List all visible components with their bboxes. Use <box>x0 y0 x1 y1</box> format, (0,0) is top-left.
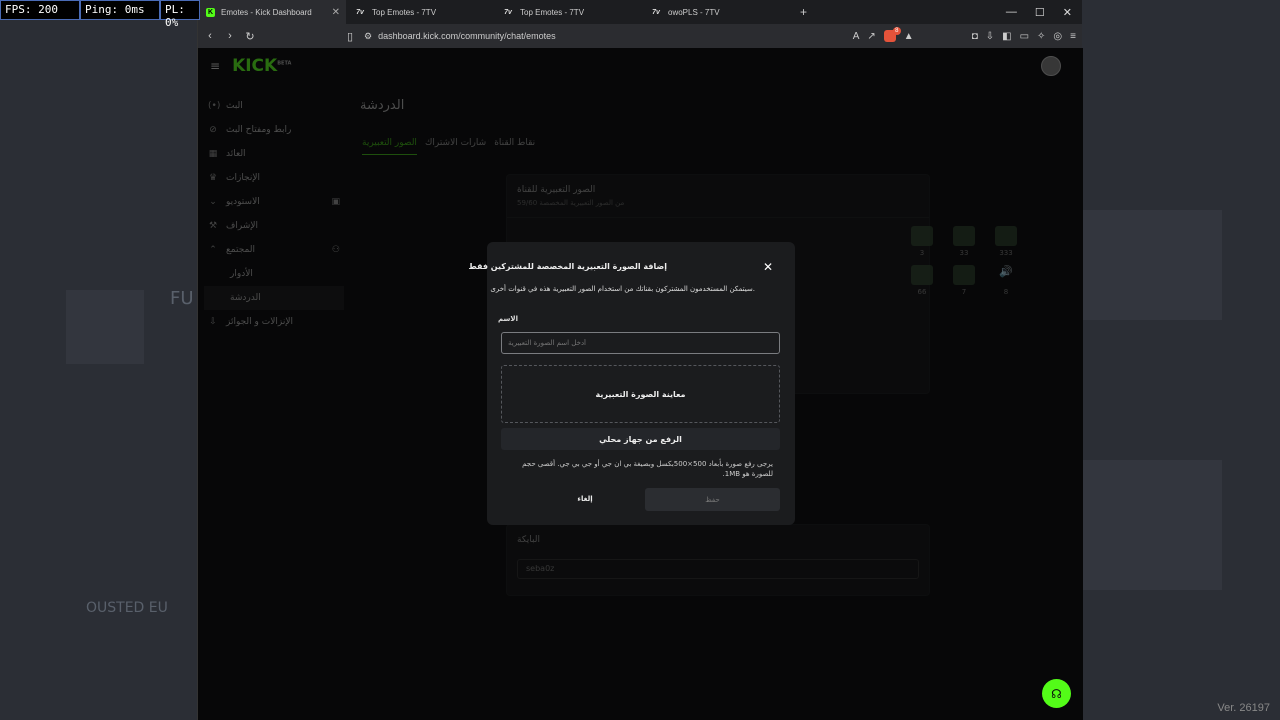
version-label: Ver. 26197 <box>1217 702 1270 714</box>
shield-count: 8 <box>892 27 901 35</box>
toolbar-actions: A ↗ 8 ▲ ◘ ⇩ ◧ ▭ ✧ ◎ ≡ <box>853 27 1076 42</box>
name-field-label: الاسم <box>498 315 518 323</box>
screenshot-icon[interactable]: ◘ <box>972 31 978 42</box>
browser-tab[interactable]: 7v Top Emotes - 7TV <box>346 0 494 24</box>
preview-label: معاينة الصورة التعبيرية <box>595 389 686 399</box>
tab-title: Top Emotes - 7TV <box>520 7 585 17</box>
packet-loss-readout: PL: 0% <box>160 0 200 29</box>
back-icon[interactable]: ‹ <box>204 30 216 42</box>
tab-title: Emotes - Kick Dashboard <box>221 7 312 17</box>
7tv-favicon-icon: 7v <box>652 8 660 16</box>
minimize-button[interactable]: — <box>1006 6 1017 19</box>
dashboard-page: ≡ KICKBETA (•) البث ⊘ رابط ومفتاح البث ▦ ال… <box>198 48 1083 720</box>
wallet-icon[interactable]: ▭ <box>1020 31 1029 42</box>
fps-readout: FPS: 200 <box>0 0 80 20</box>
browser-tab[interactable]: 7v Top Emotes - 7TV <box>494 0 642 24</box>
emote-name-input[interactable] <box>501 332 780 354</box>
close-window-button[interactable]: ✕ <box>1063 6 1072 19</box>
vpn-icon[interactable]: ◎ <box>1053 31 1062 42</box>
add-emote-modal: إضافة الصورة التعبيرية المخصصة للمشتركين… <box>468 242 795 525</box>
cancel-button[interactable]: إلغاء <box>545 488 625 510</box>
browser-toolbar: ‹ › ↻ ▯ ⚙ dashboard.kick.com/community/c… <box>198 24 1082 48</box>
7tv-favicon-icon: 7v <box>504 8 512 16</box>
7tv-favicon-icon: 7v <box>356 8 364 16</box>
bookmark-icon[interactable]: ▯ <box>344 30 356 43</box>
close-icon[interactable]: ✕ <box>763 260 773 274</box>
ping-readout: Ping: 0ms <box>80 0 160 20</box>
url-text: dashboard.kick.com/community/chat/emotes <box>378 31 556 41</box>
perf-overlay: FPS: 200 Ping: 0ms PL: 0% <box>0 0 200 29</box>
upload-local-button[interactable]: الرفع من جهاز محلي <box>501 428 780 450</box>
maximize-button[interactable]: ☐ <box>1035 6 1045 19</box>
downloads-icon[interactable]: ⇩ <box>986 31 994 42</box>
extensions-icon[interactable]: ✧ <box>1037 31 1045 42</box>
browser-tab[interactable]: 7v owoPLS - 7TV <box>642 0 790 24</box>
tab-bar: K Emotes - Kick Dashboard ✕ 7v Top Emote… <box>198 0 1082 24</box>
new-tab-button[interactable]: + <box>790 5 817 19</box>
address-bar[interactable]: ⚙ dashboard.kick.com/community/chat/emot… <box>364 31 556 42</box>
rewards-icon[interactable]: ▲ <box>904 31 914 42</box>
kick-favicon-icon: K <box>206 7 215 17</box>
browser-tab[interactable]: K Emotes - Kick Dashboard ✕ <box>198 0 346 24</box>
window-controls: — ☐ ✕ <box>1006 6 1082 19</box>
headset-icon: ☊ <box>1051 686 1062 701</box>
forward-icon[interactable]: › <box>224 30 236 42</box>
save-button[interactable]: حفظ <box>645 488 780 511</box>
backdrop-thumbnail <box>1082 460 1222 590</box>
reload-icon[interactable]: ↻ <box>244 30 256 43</box>
upload-label: الرفع من جهاز محلي <box>599 434 682 444</box>
tab-title: Top Emotes - 7TV <box>372 7 437 17</box>
site-info-icon[interactable]: ⚙ <box>364 31 372 42</box>
close-tab-icon[interactable]: ✕ <box>332 7 340 18</box>
modal-title: إضافة الصورة التعبيرية المخصصة للمشتركين… <box>468 262 667 271</box>
emote-preview-area[interactable]: معاينة الصورة التعبيرية <box>501 365 780 423</box>
menu-icon[interactable]: ≡ <box>1070 31 1076 42</box>
backdrop-text: FU <box>170 288 194 309</box>
modal-description: .سيتمكن المستخدمون المشتركون بقناتك من ا… <box>490 285 755 293</box>
backdrop-thumbnail <box>66 290 144 364</box>
upload-hint: يرجى رفع صورة بأبعاد 500×500بكسل وبصيغة … <box>522 460 773 478</box>
translate-icon[interactable]: A <box>853 31 860 42</box>
tab-title: owoPLS - 7TV <box>668 7 720 17</box>
backdrop-thumbnail <box>1082 210 1222 320</box>
browser-window: K Emotes - Kick Dashboard ✕ 7v Top Emote… <box>197 0 1083 720</box>
sidebar-icon[interactable]: ◧ <box>1002 31 1011 42</box>
backdrop-text: OUSTED EU <box>86 600 168 616</box>
brave-shield-icon[interactable]: 8 <box>883 27 901 42</box>
share-icon[interactable]: ↗ <box>867 31 875 42</box>
support-chat-button[interactable]: ☊ <box>1042 679 1071 708</box>
